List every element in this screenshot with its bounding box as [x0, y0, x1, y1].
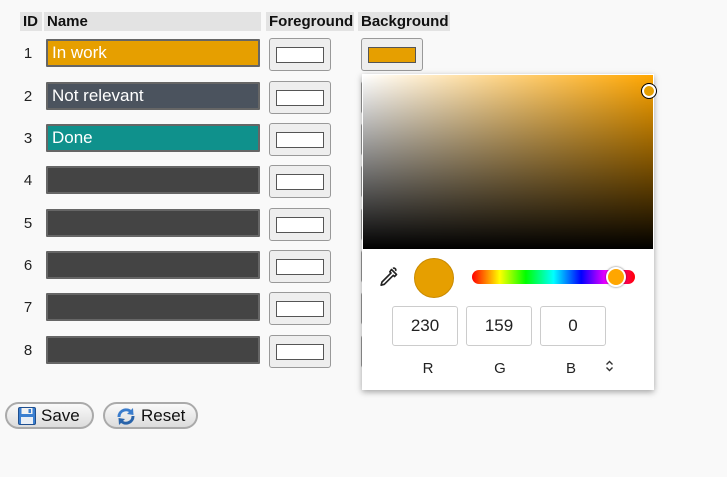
color-picker-popup: 230 159 0 R G B [362, 74, 657, 390]
foreground-swatch [276, 131, 324, 148]
foreground-swatch [276, 89, 324, 106]
foreground-swatch [276, 258, 324, 275]
row-id: 1 [23, 45, 33, 62]
foreground-color-button[interactable] [269, 38, 331, 71]
header-foreground: Foreground [266, 12, 354, 31]
eyedropper-icon[interactable] [376, 266, 400, 290]
foreground-swatch [276, 343, 324, 360]
saturation-handle[interactable] [641, 83, 657, 99]
foreground-color-button[interactable] [269, 208, 331, 241]
row-id: 6 [23, 257, 33, 274]
save-button[interactable]: Save [5, 402, 94, 429]
background-color-button[interactable] [361, 38, 423, 71]
foreground-swatch [276, 173, 324, 190]
row-id: 8 [23, 342, 33, 359]
row-id: 4 [23, 172, 33, 189]
red-label: R [422, 360, 434, 377]
foreground-color-button[interactable] [269, 165, 331, 198]
foreground-color-button[interactable] [269, 292, 331, 325]
header-id: ID [20, 12, 42, 31]
green-label: G [494, 360, 506, 377]
refresh-icon [115, 406, 137, 426]
foreground-swatch [276, 216, 324, 233]
row-id: 5 [23, 215, 33, 232]
name-input[interactable] [46, 166, 260, 194]
header-background: Background [358, 12, 450, 31]
floppy-disk-icon [17, 406, 37, 426]
name-input[interactable] [46, 251, 260, 279]
foreground-swatch [276, 46, 324, 63]
header-name: Name [44, 12, 261, 31]
color-preview [414, 258, 454, 298]
blue-value-input[interactable]: 0 [540, 306, 606, 346]
save-label: Save [41, 405, 80, 425]
hue-handle[interactable] [606, 267, 626, 287]
row-id: 7 [23, 299, 33, 316]
green-value-input[interactable]: 159 [466, 306, 532, 346]
name-input[interactable] [46, 336, 260, 364]
row-id: 3 [23, 130, 33, 147]
name-input[interactable]: Not relevant [46, 82, 260, 110]
red-value-input[interactable]: 230 [392, 306, 458, 346]
foreground-color-button[interactable] [269, 123, 331, 156]
name-input[interactable]: Done [46, 124, 260, 152]
foreground-swatch [276, 300, 324, 317]
saturation-area[interactable] [363, 75, 653, 249]
blue-label: B [565, 360, 576, 377]
name-input[interactable]: In work [46, 39, 260, 67]
row-id: 2 [23, 88, 33, 105]
name-input[interactable] [46, 293, 260, 321]
reset-label: Reset [141, 405, 186, 425]
reset-button[interactable]: Reset [103, 402, 198, 429]
name-input[interactable] [46, 209, 260, 237]
background-swatch [368, 46, 416, 63]
foreground-color-button[interactable] [269, 335, 331, 368]
foreground-color-button[interactable] [269, 250, 331, 283]
up-down-chevron-icon[interactable] [605, 360, 614, 374]
foreground-color-button[interactable] [269, 81, 331, 114]
